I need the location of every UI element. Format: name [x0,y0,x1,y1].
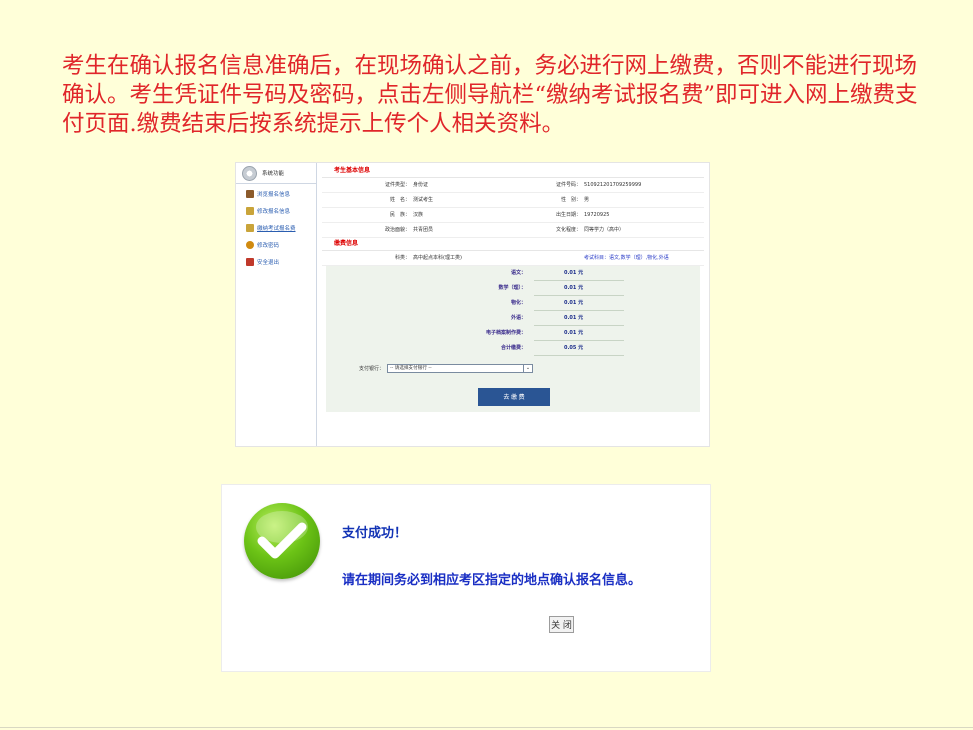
field-value: 共青团员 [413,227,434,233]
field-value: 高中起点本科(理工类) [413,255,462,261]
fee-label: 数学（理）： [498,285,526,291]
bank-select[interactable]: -- 请选择支付银行 -- ⌄ [387,363,533,373]
gear-icon [242,165,257,181]
success-message: 支付成功！ [342,526,408,541]
field-label: 证件号码： [555,182,581,188]
sidebar: 系统功能 浏览报名信息 修改报名信息 缴纳考试报名费 修改密码 安全退出 [236,163,317,446]
sidebar-item-change-password[interactable]: 修改密码 [236,238,316,252]
sidebar-item-label: 浏览报名信息 [257,192,291,198]
field-value: 510921201709259999 [584,182,642,188]
info-row: 证件类型： 身份证 证件号码： 510921201709259999 [322,178,704,193]
fee-row: 外语： 0.01 元 [326,311,700,326]
fee-label: 物化： [510,300,526,306]
fee-total-amount: 0.05 元 [534,341,624,356]
field-label: 性 别： [560,197,581,203]
exit-icon [246,258,254,266]
fee-amount: 0.01 元 [534,266,624,281]
checkmark-icon [244,503,320,579]
field-label: 民 族： [389,212,410,218]
field-value: 男 [584,197,590,203]
field-value: 测试考生 [413,197,434,203]
exam-subjects: 考试科目：语文,数学（理）,物化,外语 [584,255,669,261]
subject-row: 科类： 高中起点本科(理工类) 考试科目：语文,数学（理）,物化,外语 [322,251,704,266]
fee-label: 语文： [510,270,526,276]
instruction-message: 请在期间务必到相应考区指定的地点确认报名信息。 [342,573,642,588]
fee-amount: 0.01 元 [534,281,624,296]
field-value: 身份证 [413,182,429,188]
chevron-down-icon: ⌄ [523,363,532,373]
bank-label: 支付银行： [358,365,384,372]
fee-total-row: 合计缴费： 0.05 元 [326,341,700,356]
fee-row: 数学（理）： 0.01 元 [326,281,700,296]
main-content: 考生基本信息 证件类型： 身份证 证件号码： 51092120170925999… [322,165,704,412]
field-value: 19720925 [584,212,610,218]
field-label: 出生日期： [555,212,581,218]
payment-page-screenshot: 系统功能 浏览报名信息 修改报名信息 缴纳考试报名费 修改密码 安全退出 考生基… [235,162,710,447]
fee-row: 物化： 0.01 元 [326,296,700,311]
users-icon [246,241,254,249]
field-label: 证件类型： [384,182,410,188]
payment-success-screenshot: 支付成功！ 请在期间务必到相应考区指定的地点确认报名信息。 关 闭 [221,484,711,672]
divider [0,727,973,728]
fee-row: 电子档案制作费： 0.01 元 [326,326,700,341]
close-button[interactable]: 关 闭 [549,616,574,633]
info-row: 姓 名： 测试考生 性 别： 男 [322,193,704,208]
fee-row: 语文： 0.01 元 [326,266,700,281]
sidebar-item-label: 缴纳考试报名费 [257,226,296,232]
sidebar-item-pay-fee[interactable]: 缴纳考试报名费 [236,221,316,235]
info-row: 政治面貌： 共青团员 文化程度： 同等学力（高中） [322,223,704,238]
field-label [533,251,581,265]
intro-text: 考生在确认报名信息准确后，在现场确认之前，务必进行网上缴费，否则不能进行现场确认… [62,53,918,137]
pencil-icon [246,207,254,215]
pay-button[interactable]: 去 缴 费 [478,388,550,406]
fee-table: 语文： 0.01 元 数学（理）： 0.01 元 物化： 0.01 元 外语： … [326,266,700,412]
fee-label: 外语： [510,315,526,321]
book-icon [246,190,254,198]
field-label: 文化程度： [555,227,581,233]
field-value: 汉族 [413,212,424,218]
fee-amount: 0.01 元 [534,326,624,341]
basic-info-title: 考生基本信息 [322,165,704,178]
field-label: 科类： [394,255,410,261]
sidebar-item-label: 安全退出 [257,260,280,266]
fee-label: 合计缴费： [500,345,526,351]
field-label: 政治面貌： [384,227,410,233]
bank-row: 支付银行： -- 请选择支付银行 -- ⌄ [326,360,700,376]
sidebar-item-view-info[interactable]: 浏览报名信息 [236,187,316,201]
field-value: 同等学力（高中） [584,227,625,233]
sidebar-item-edit-info[interactable]: 修改报名信息 [236,204,316,218]
pencil-icon [246,224,254,232]
field-label: 姓 名： [389,197,410,203]
fee-label: 电子档案制作费： [485,330,526,336]
fee-amount: 0.01 元 [534,311,624,326]
bank-select-value: -- 请选择支付银行 -- [390,366,432,371]
sidebar-item-label: 修改报名信息 [257,209,291,215]
sidebar-item-label: 修改密码 [257,243,280,249]
sidebar-item-logout[interactable]: 安全退出 [236,255,316,269]
info-row: 民 族： 汉族 出生日期： 19720925 [322,208,704,223]
fee-info-title: 缴费信息 [322,238,704,251]
sidebar-header: 系统功能 [236,163,316,184]
fee-amount: 0.01 元 [534,296,624,311]
sidebar-title: 系统功能 [262,171,285,177]
